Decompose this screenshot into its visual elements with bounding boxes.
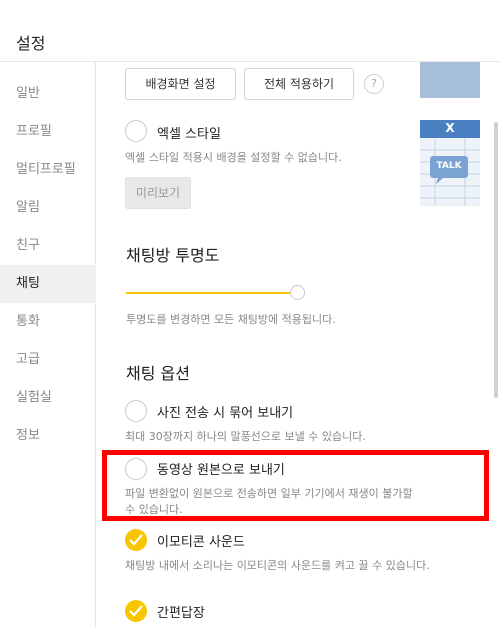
excel-style-thumbnail[interactable]: X TALK: [420, 120, 480, 206]
check-icon: [129, 534, 143, 546]
bundle-photos-desc: 최대 30장까지 하나의 말풍선으로 보낼 수 있습니다.: [125, 430, 366, 443]
sidebar-item-chat[interactable]: 채팅: [0, 265, 96, 303]
sidebar-item-general[interactable]: 일반: [0, 75, 96, 113]
window-title: 설정: [16, 34, 46, 53]
preview-button[interactable]: 미리보기: [125, 177, 191, 209]
excel-talk-label: TALK: [436, 161, 462, 171]
sidebar-item-multiprofile[interactable]: 멀티프로필: [0, 151, 96, 189]
excel-style-desc: 엑셀 스타일 적용시 배경을 설정할 수 없습니다.: [125, 151, 342, 164]
transparency-title: 채팅방 투명도: [126, 246, 220, 265]
settings-content: 배경화면 설정 전체 적용하기 ? 엑셀 스타일 엑셀 스타일 적용시 배경을 …: [97, 62, 500, 627]
quick-reply-label: 간편답장: [157, 606, 205, 621]
quick-reply-checkbox[interactable]: [125, 600, 147, 622]
scrollbar[interactable]: [494, 122, 498, 398]
excel-style-label: 엑셀 스타일: [157, 127, 221, 142]
sidebar-item-info[interactable]: 정보: [0, 417, 96, 455]
emoticon-sound-desc: 채팅방 내에서 소리나는 이모티콘의 사운드를 켜고 끌 수 있습니다.: [125, 559, 430, 572]
sidebar-item-profile[interactable]: 프로필: [0, 113, 96, 151]
transparency-slider-handle[interactable]: [290, 285, 305, 300]
emoticon-sound-checkbox[interactable]: [125, 529, 147, 551]
excel-style-radio[interactable]: [125, 120, 147, 142]
sidebar: 일반 프로필 멀티프로필 알림 친구 채팅 통화 고급 실험실 정보: [0, 62, 96, 627]
excel-x-label: X: [445, 121, 455, 135]
sidebar-item-notifications[interactable]: 알림: [0, 189, 96, 227]
background-thumbnail[interactable]: [420, 62, 480, 98]
bundle-photos-label: 사진 전송 시 묶어 보내기: [157, 406, 294, 421]
sidebar-item-labs[interactable]: 실험실: [0, 379, 96, 417]
transparency-slider-track[interactable]: [126, 292, 296, 294]
set-background-button[interactable]: 배경화면 설정: [125, 68, 236, 100]
sidebar-item-advanced[interactable]: 고급: [0, 341, 96, 379]
sidebar-item-friends[interactable]: 친구: [0, 227, 96, 265]
apply-all-button[interactable]: 전체 적용하기: [244, 68, 354, 100]
transparency-desc: 투명도를 변경하면 모든 채팅방에 적용됩니다.: [126, 313, 336, 326]
chat-options-title: 채팅 옵션: [126, 364, 190, 383]
sidebar-item-call[interactable]: 통화: [0, 303, 96, 341]
help-icon[interactable]: ?: [364, 74, 384, 94]
check-icon: [129, 605, 143, 617]
highlight-box: [102, 450, 489, 521]
title-bar: 설정: [0, 0, 500, 62]
emoticon-sound-label: 이모티콘 사운드: [157, 535, 245, 550]
bundle-photos-radio[interactable]: [125, 400, 147, 422]
